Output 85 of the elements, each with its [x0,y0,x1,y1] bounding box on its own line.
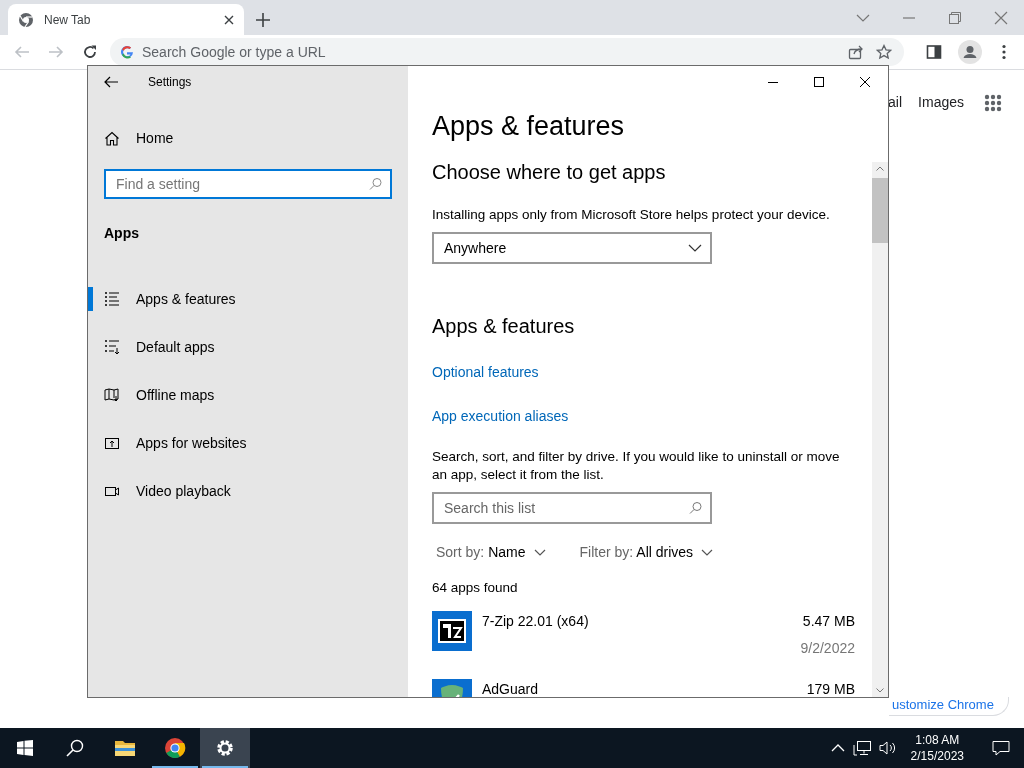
gear-icon [214,737,236,759]
show-hidden-icons-button[interactable] [830,744,845,752]
clock[interactable]: 1:08 AM 2/15/2023 [904,732,970,764]
apps-button[interactable] [984,93,1002,112]
install-date: 9/2/2022 [800,639,855,659]
chevron-down-icon [688,244,702,253]
back-button[interactable] [104,76,118,88]
section-heading: Apps [104,224,140,243]
search-icon [689,501,702,515]
side-panel-icon [926,44,942,60]
network-icon[interactable] [852,740,871,756]
link[interactable]: App execution aliases [432,406,569,428]
nav-item[interactable]: Offline maps [88,371,376,419]
chevron-down-icon [701,549,714,557]
notification-icon [992,740,1010,756]
address-bar[interactable]: Search Google or type a URL [110,38,904,66]
filter-dropdown[interactable]: Filter by: All drives [579,542,714,564]
search-field[interactable]: Search this list [432,492,712,525]
star-icon[interactable] [876,44,892,60]
customize-chrome-button[interactable]: ustomize Chrome [889,697,1009,716]
avatar-icon [958,40,982,64]
scrollbar[interactable] [872,162,888,697]
app-list-item[interactable]: AdGuard 179 MB [432,679,855,697]
back-arrow-icon [104,76,118,88]
apps-grid-icon [984,93,1002,112]
minimize-icon [902,16,916,19]
home-icon [104,130,120,147]
maximize-icon [814,77,824,87]
nav-item[interactable]: Apps for websites [88,419,376,467]
date-text: 2/15/2023 [910,748,964,764]
page-link[interactable]: ail [888,92,903,113]
window-title: Settings [148,74,192,91]
search-field[interactable]: Find a setting [104,169,392,199]
count-text: 64 apps found [432,579,519,598]
app-list-item[interactable]: 7-Zip 22.01 (x64) 5.47 MB 9/2/2022 [432,611,855,660]
section-heading: Apps & features [432,314,576,339]
app-name: AdGuard [482,681,539,697]
chrome-icon [164,737,186,759]
scroll-up-icon [876,166,884,171]
new-tab-button[interactable] [256,13,270,27]
nav-item[interactable]: Video playback [88,467,376,515]
scroll-down-icon [876,688,884,693]
menu-icon [1002,44,1006,60]
volume-icon[interactable] [878,740,897,756]
minimize-icon [768,81,778,83]
search-icon [66,739,84,757]
nav-item[interactable]: Apps & features [88,275,376,323]
forward-icon [48,44,64,60]
source-dropdown[interactable]: Anywhere [432,232,712,265]
chrome-icon [18,11,34,28]
scroll-thumb[interactable] [872,178,888,243]
map-icon [104,387,120,403]
list-icon [104,339,120,355]
home-link[interactable]: Home [136,128,174,149]
app-size: 179 MB [806,680,855,697]
reload-icon [82,44,98,60]
close-icon [860,77,870,87]
search-icon [369,177,382,191]
plus-icon [256,13,270,27]
close-icon[interactable] [224,14,234,25]
nav-item[interactable]: Default apps [88,323,376,371]
back-icon [14,44,30,60]
section-heading: Choose where to get apps [432,160,667,185]
restore-icon [948,10,962,25]
tab-title: New Tab [44,11,92,29]
google-icon [120,45,134,59]
app-icon [432,611,472,652]
chevron-down-icon [533,549,546,557]
dropdown-icon [856,13,870,22]
description-text: Search, sort, and filter by drive. If you would like to uninstall or move an app, select it from the list. [432,448,841,485]
close-icon [994,10,1008,25]
sort-dropdown[interactable]: Sort by: Name [436,542,546,564]
link[interactable]: Optional features [432,362,539,384]
taskbar-app-button[interactable] [200,728,250,768]
chevron-up-icon [830,744,845,752]
app-name: 7-Zip 22.01 (x64) [482,613,589,630]
share-icon[interactable] [848,44,864,60]
browser-tab[interactable]: New Tab [8,4,244,35]
page-link[interactable]: Images [918,92,964,113]
windows-icon [17,740,33,756]
time-text: 1:08 AM [914,732,961,748]
page-heading: Apps & features [432,110,626,143]
description-text: Installing apps only from Microsoft Store helps protect your device. [432,206,831,225]
list-icon [104,291,120,307]
app-size: 5.47 MB [801,612,855,632]
